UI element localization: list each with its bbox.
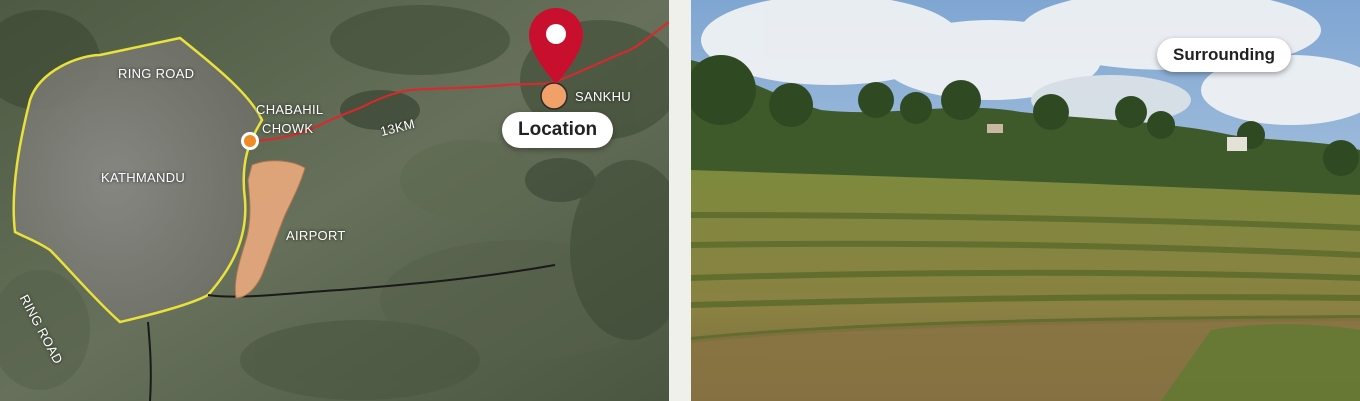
surrounding-badge: Surrounding	[1157, 38, 1291, 72]
location-badge: Location	[502, 112, 614, 148]
house	[1227, 137, 1247, 151]
house	[987, 124, 1003, 133]
label-sankhu: SANKHU	[575, 89, 631, 104]
satellite-map-background	[0, 0, 669, 401]
label-airport: AIRPORT	[286, 228, 346, 243]
label-ring-road-top: RING ROAD	[118, 66, 195, 81]
location-map: RING ROAD KATHMANDU CHABAHIL CHOWK AIRPO…	[0, 0, 669, 401]
label-kathmandu: KATHMANDU	[101, 170, 186, 185]
origin-marker	[244, 135, 256, 147]
surrounding-photo: Surrounding	[691, 0, 1360, 401]
label-chowk: CHOWK	[262, 121, 314, 136]
sankhu-marker	[540, 82, 568, 110]
label-chabahil: CHABAHIL	[256, 102, 324, 117]
